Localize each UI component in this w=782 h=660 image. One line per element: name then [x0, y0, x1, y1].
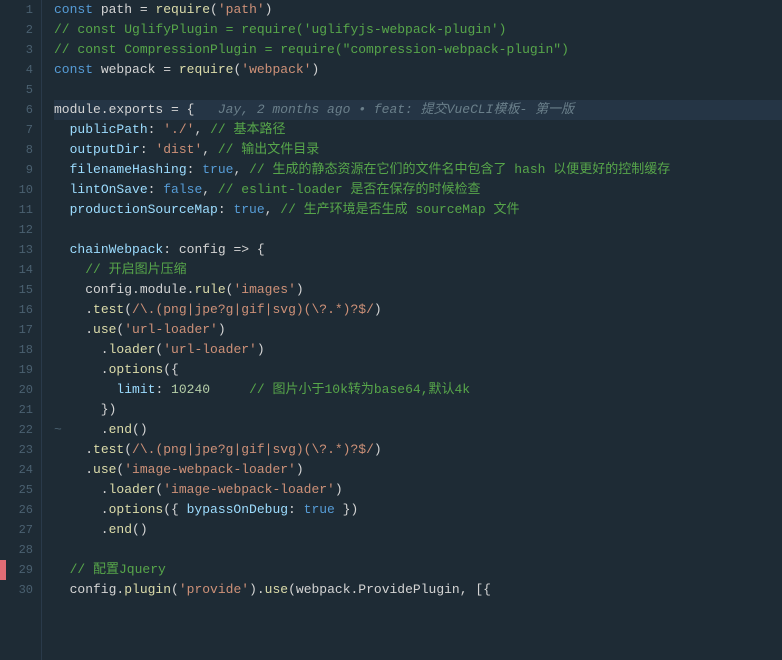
line-number: 1 [14, 0, 33, 20]
line-number: 23 [14, 440, 33, 460]
line-number: 28 [14, 540, 33, 560]
line-number: 22 [14, 420, 33, 440]
line-number: 7 [14, 120, 33, 140]
line-number: 4 [14, 60, 33, 80]
line-number: 15 [14, 280, 33, 300]
line-number: 29 [14, 560, 33, 580]
code-line: outputDir: 'dist', // 输出文件目录 [54, 140, 782, 160]
code-line: config.plugin('provide').use(webpack.Pro… [54, 580, 782, 600]
code-line: lintOnSave: false, // eslint-loader 是否在保… [54, 180, 782, 200]
line-number: 17 [14, 320, 33, 340]
line-number: 30 [14, 580, 33, 600]
code-line: .end() [54, 520, 782, 540]
code-line [54, 220, 782, 240]
code-line: // 开启图片压缩 [54, 260, 782, 280]
code-editor: 1234567891011121314151617181920212223242… [0, 0, 782, 660]
code-line: .options({ [54, 360, 782, 380]
code-line: chainWebpack: config => { [54, 240, 782, 260]
line-number: 21 [14, 400, 33, 420]
line-number: 14 [14, 260, 33, 280]
code-line: }) [54, 400, 782, 420]
line-number: 5 [14, 80, 33, 100]
line-number: 8 [14, 140, 33, 160]
code-line: .use('url-loader') [54, 320, 782, 340]
line-number: 18 [14, 340, 33, 360]
code-line: .loader('url-loader') [54, 340, 782, 360]
line-number: 3 [14, 40, 33, 60]
code-line: ~ .end() [54, 420, 782, 440]
code-line: productionSourceMap: true, // 生产环境是否生成 s… [54, 200, 782, 220]
line-number: 24 [14, 460, 33, 480]
code-line: const webpack = require('webpack') [54, 60, 782, 80]
code-line [54, 80, 782, 100]
line-number: 6 [14, 100, 33, 120]
code-content[interactable]: const path = require('path')// const Ugl… [42, 0, 782, 660]
line-number: 20 [14, 380, 33, 400]
code-line: config.module.rule('images') [54, 280, 782, 300]
line-number: 10 [14, 180, 33, 200]
line-number: 12 [14, 220, 33, 240]
code-line: .test(/\.(png|jpe?g|gif|svg)(\?.*)?$/) [54, 440, 782, 460]
line-number: 11 [14, 200, 33, 220]
code-line: // const CompressionPlugin = require("co… [54, 40, 782, 60]
code-line: .test(/\.(png|jpe?g|gif|svg)(\?.*)?$/) [54, 300, 782, 320]
left-decorations [0, 0, 6, 660]
code-line [54, 540, 782, 560]
line-number: 25 [14, 480, 33, 500]
code-line: filenameHashing: true, // 生成的静态资源在它们的文件名… [54, 160, 782, 180]
code-area: 1234567891011121314151617181920212223242… [0, 0, 782, 660]
code-line: // 配置Jquery [54, 560, 782, 580]
code-line: const path = require('path') [54, 0, 782, 20]
line-numbers: 1234567891011121314151617181920212223242… [6, 0, 42, 660]
line-number: 27 [14, 520, 33, 540]
code-line: .use('image-webpack-loader') [54, 460, 782, 480]
code-line: limit: 10240 // 图片小于10k转为base64,默认4k [54, 380, 782, 400]
modified-line-indicator [0, 560, 6, 580]
code-line: module.exports = { Jay, 2 months ago • f… [54, 100, 782, 120]
line-number: 13 [14, 240, 33, 260]
line-number: 26 [14, 500, 33, 520]
code-line: publicPath: './', // 基本路径 [54, 120, 782, 140]
line-number: 16 [14, 300, 33, 320]
code-line: .loader('image-webpack-loader') [54, 480, 782, 500]
code-line: .options({ bypassOnDebug: true }) [54, 500, 782, 520]
code-line: // const UglifyPlugin = require('uglifyj… [54, 20, 782, 40]
line-number: 2 [14, 20, 33, 40]
line-number: 9 [14, 160, 33, 180]
line-number: 19 [14, 360, 33, 380]
